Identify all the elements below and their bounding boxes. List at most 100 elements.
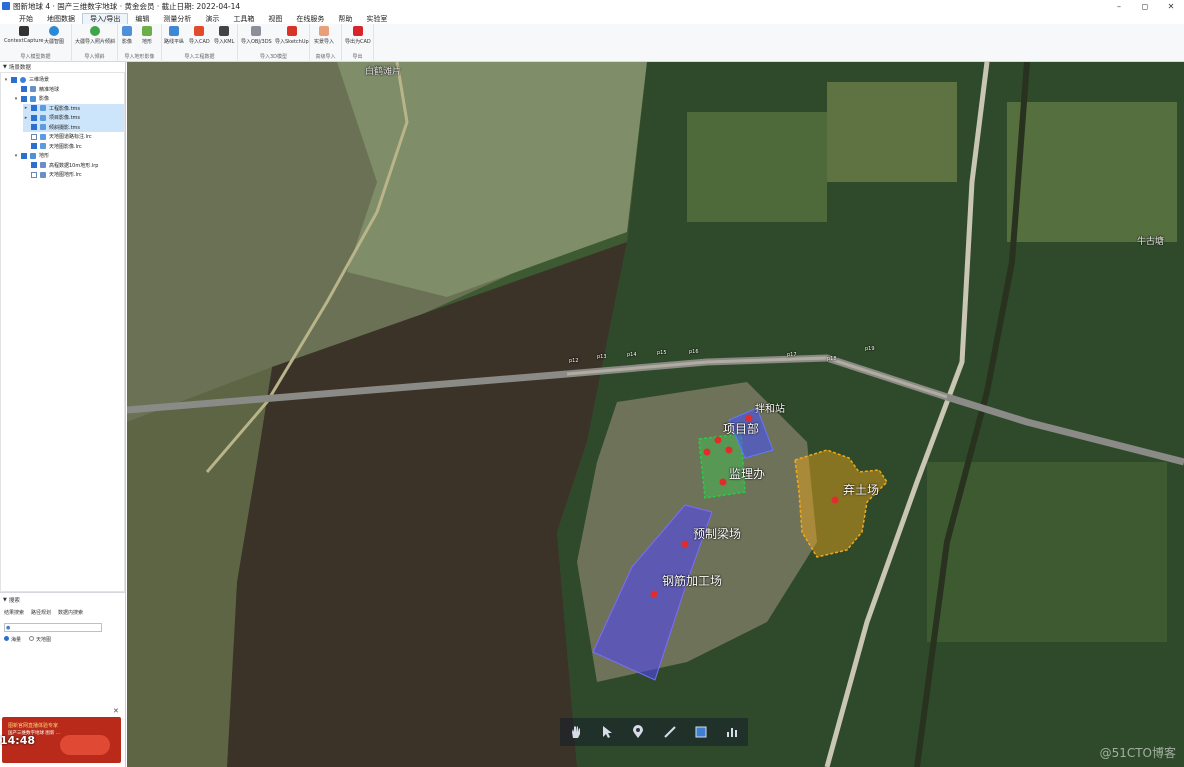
pin-icon [633, 725, 644, 738]
line-tool-button[interactable] [661, 723, 679, 741]
expand-icon[interactable]: ▸ [23, 115, 29, 121]
menu-edit[interactable]: 编辑 [128, 14, 156, 24]
layer-checkbox[interactable] [31, 143, 37, 150]
contextcapture-button[interactable]: ContextCapture [4, 26, 43, 44]
import-cad-button[interactable]: 导入CAD [189, 26, 210, 45]
search-input[interactable]: ● [4, 623, 102, 632]
label-spoil-ground: 弃土场 [843, 483, 880, 497]
tree-node-project-image[interactable]: ▸ 项目影像.tms [23, 113, 124, 123]
import-sketchup-button[interactable]: 导入SketchUp [275, 26, 309, 45]
import-obj-button[interactable]: 导入OBJ/3DS [241, 26, 272, 45]
menu-online[interactable]: 在线服务 [289, 14, 331, 24]
pin-marker[interactable] [719, 478, 727, 486]
import-terrain-button[interactable]: 地形 [142, 26, 152, 45]
chart-tool-button[interactable] [723, 723, 741, 741]
menu-present[interactable]: 演示 [198, 14, 226, 24]
scene-data-panel: ▼ 场景数据 ▾ 三维场景 精准地球 ▾ 影像 ▸ 工程影像.tms ▸ 项目影… [0, 62, 126, 767]
tree-node-3d-scene[interactable]: ▾ 三维场景 [3, 75, 124, 85]
ribbon-toolbar: ContextCapture 大疆智图 导入模型数据 大疆导入照片倾斜 导入倾斜… [0, 24, 1184, 62]
pier-label: p17 [787, 352, 797, 358]
import-kml-button[interactable]: 导入KML [214, 26, 234, 45]
layer-checkbox[interactable] [11, 76, 17, 83]
dji-oblique-import-button[interactable]: 大疆导入照片倾斜 [75, 26, 115, 45]
watermark: @51CTO博客 [1099, 746, 1176, 760]
menu-map-data[interactable]: 地图数据 [40, 14, 82, 24]
tree-node-tdt-image[interactable]: 天地图影像.lrc [23, 142, 124, 152]
tree-node-imagery[interactable]: ▾ 影像 [13, 94, 124, 104]
pointer-tool-button[interactable] [598, 723, 616, 741]
expand-icon[interactable]: ▸ [23, 105, 29, 111]
ad-close-button[interactable]: ✕ [113, 707, 119, 715]
close-button[interactable]: ✕ [1158, 0, 1184, 12]
route-icon [169, 26, 179, 36]
menu-help[interactable]: 帮助 [331, 14, 359, 24]
maximize-button[interactable]: ◻ [1132, 0, 1158, 12]
pin-marker[interactable] [681, 540, 689, 548]
label-project-department: 项目部 [723, 422, 760, 436]
polygon-tool-button[interactable] [692, 723, 710, 741]
tab-route-planning[interactable]: 路径规划 [31, 609, 51, 616]
label-rebar-yard: 钢筋加工场 [662, 574, 723, 588]
pointer-icon [602, 726, 612, 738]
collapse-icon[interactable]: ▼ [3, 597, 7, 603]
layer-checkbox[interactable] [21, 152, 27, 159]
dji-terra-button[interactable]: 大疆智图 [44, 26, 64, 45]
layer-checkbox[interactable] [21, 95, 27, 102]
terrain-icon [142, 26, 152, 36]
expand-icon[interactable]: ▾ [13, 96, 19, 102]
hand-icon [571, 726, 580, 738]
hand-tool-button[interactable] [567, 723, 585, 741]
collapse-icon[interactable]: ▼ [3, 64, 7, 70]
image-layer-icon [40, 143, 46, 150]
layer-tree: ▾ 三维场景 精准地球 ▾ 影像 ▸ 工程影像.tms ▸ 项目影像.tms 倾… [0, 72, 125, 592]
minimize-button[interactable]: – [1106, 0, 1132, 12]
pier-label: p13 [597, 354, 607, 360]
layer-checkbox[interactable] [21, 86, 27, 93]
tree-node-tdt-road-label[interactable]: 天地图道路标注.lrc [23, 132, 124, 142]
layer-checkbox[interactable] [31, 133, 37, 140]
tree-node-tdt-terrain[interactable]: 天地图地形.lrc [23, 170, 124, 180]
menu-start[interactable]: 开始 [12, 14, 40, 24]
route-profile-button[interactable]: 路线平纵 [164, 26, 184, 45]
tree-node-precise-earth[interactable]: 精准地球 [13, 85, 124, 95]
pin-marker[interactable] [650, 590, 658, 598]
menu-measure[interactable]: 测量分析 [156, 14, 198, 24]
menu-import-export[interactable]: 导入/导出 [82, 12, 129, 25]
layer-checkbox[interactable] [31, 114, 37, 121]
tree-node-engineering-image[interactable]: ▸ 工程影像.tms [23, 103, 124, 113]
tab-data-search[interactable]: 数据内搜索 [58, 609, 83, 616]
tree-node-oblique-image[interactable]: 倾斜摄影.tms [23, 122, 124, 132]
layer-checkbox[interactable] [31, 171, 37, 178]
realscene-import-button[interactable]: 实景导入 [314, 26, 334, 45]
radio-haitu[interactable]: 海量 [4, 636, 21, 643]
scene-data-header: ▼ 场景数据 [3, 63, 31, 71]
radio-tianditu[interactable]: 天地图 [29, 636, 51, 643]
satellite-map [127, 62, 1184, 767]
pin-marker[interactable] [714, 436, 722, 444]
layer-checkbox[interactable] [31, 105, 37, 112]
pin-marker[interactable] [725, 446, 733, 454]
pin-marker[interactable] [703, 448, 711, 456]
layer-checkbox[interactable] [31, 162, 37, 169]
layer-checkbox[interactable] [31, 124, 37, 131]
pier-label: p14 [627, 352, 637, 358]
map-viewport[interactable]: 白鹤滩片 牛古塘 项目部 拌和站 监理办 弃土场 预制梁场 钢筋加工场 p12 … [127, 62, 1184, 767]
ribbon-group-model: ContextCapture 大疆智图 导入模型数据 [0, 24, 72, 62]
stream-time: 14:48 [0, 734, 36, 747]
image-layer-icon [40, 124, 46, 131]
ribbon-group-oblique: 大疆导入照片倾斜 导入倾斜 [72, 24, 118, 62]
menu-lab[interactable]: 实验室 [359, 14, 394, 24]
tab-result-search[interactable]: 结果搜索 [4, 609, 24, 616]
expand-icon[interactable]: ▾ [13, 153, 19, 159]
tree-node-elevation-10m[interactable]: 高程数据10m地形.lrp [23, 161, 124, 171]
tree-node-terrain[interactable]: ▾ 地形 [13, 151, 124, 161]
expand-icon[interactable]: ▾ [3, 77, 9, 83]
export-cad-button[interactable]: 导出为CAD [345, 26, 371, 45]
pin-marker[interactable] [831, 496, 839, 504]
pin-tool-button[interactable] [629, 723, 647, 741]
label-precast-yard: 预制梁场 [693, 527, 742, 541]
import-image-button[interactable]: 影像 [122, 26, 132, 45]
ribbon-group-advanced: 实景导入 高级导入 [310, 24, 342, 62]
menu-toolbox[interactable]: 工具箱 [226, 14, 261, 24]
menu-view[interactable]: 视图 [261, 14, 289, 24]
